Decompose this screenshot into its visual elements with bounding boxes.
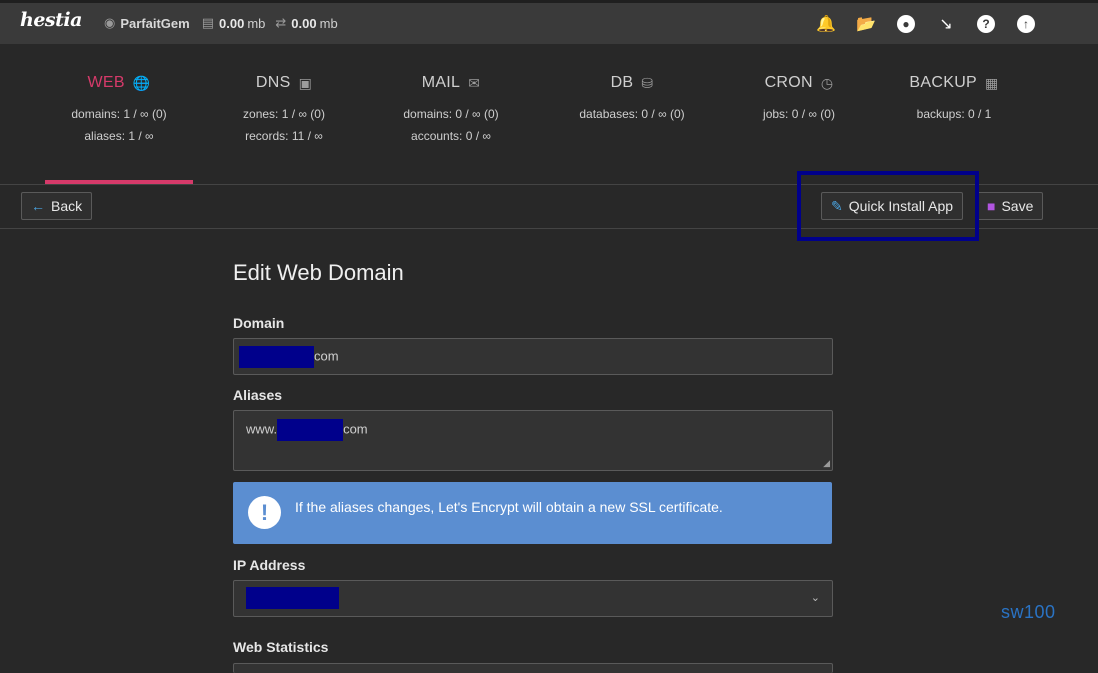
disk-usage-unit: mb (247, 15, 266, 31)
user-icon[interactable]: ● (894, 13, 918, 35)
main-tabs: WEB 🌐 domains: 1 / ∞ (0) aliases: 1 / ∞ D… (0, 44, 1098, 185)
bandwidth-value: 0.00 (291, 15, 317, 31)
highlight-box (797, 171, 979, 241)
tab-backup-label: BACKUP (909, 74, 978, 91)
file-icon: ▦ (985, 74, 999, 91)
hestia-logo[interactable]: hestia (20, 9, 82, 31)
top-icons: 🔔 📂 ● ↘ ? ↑ (814, 13, 1038, 35)
tab-cron[interactable]: CRON ◷ jobs: 0 / ∞ (0) (725, 74, 873, 125)
tab-db-label: DB (610, 74, 634, 91)
globe-icon: 🌐 (132, 74, 151, 91)
help-icon[interactable]: ? (974, 13, 998, 35)
watermark: sw100 (1001, 602, 1056, 622)
bandwidth-unit: mb (319, 15, 338, 31)
arrow-left-icon: ← (31, 198, 45, 214)
tab-web[interactable]: WEB 🌐 domains: 1 / ∞ (0) aliases: 1 / ∞ (45, 74, 193, 147)
tab-db[interactable]: DB ⛁ databases: 0 / ∞ (0) (558, 74, 706, 125)
bell-icon[interactable]: 🔔 (814, 13, 838, 35)
tab-web-stat: aliases: 1 / ∞ (84, 129, 154, 143)
tab-backup[interactable]: BACKUP ▦ backups: 0 / 1 (880, 74, 1028, 125)
aliases-label: Aliases (233, 387, 283, 403)
page-title: Edit Web Domain (233, 260, 404, 285)
save-button[interactable]: ■ Save (977, 192, 1044, 220)
tab-mail-stat: accounts: 0 / ∞ (411, 129, 491, 143)
binoculars-icon: ◉ (104, 15, 116, 30)
top-bar: hestia ◉ ParfaitGem ▤ 0.00 mb ⇄ 0.00 mb … (0, 0, 1098, 44)
tab-dns-label: DNS (255, 74, 291, 91)
account-stats: ◉ ParfaitGem ▤ 0.00 mb ⇄ 0.00 mb (104, 15, 348, 31)
chevron-down-icon: ⌄ (810, 592, 820, 604)
floppy-disk-icon: ■ (987, 198, 996, 214)
server-icon: ▣ (298, 74, 313, 91)
aliases-prefix: www. (246, 421, 278, 437)
tab-dns-stat: records: 11 / ∞ (245, 129, 323, 143)
ip-address-label: IP Address (233, 557, 306, 573)
save-button-label: Save (1001, 198, 1034, 214)
back-button-label: Back (51, 198, 83, 214)
ssl-notice: ! If the aliases changes, Let's Encrypt … (233, 482, 832, 544)
tab-mail-label: MAIL (421, 74, 461, 91)
tab-mail[interactable]: MAIL ✉ domains: 0 / ∞ (0) accounts: 0 / ∞ (377, 74, 525, 147)
clock-icon: ◷ (820, 74, 834, 91)
chart-icon[interactable]: ↘ (934, 13, 958, 35)
back-button[interactable]: ← Back (21, 192, 93, 220)
tab-cron-stat: jobs: 0 / ∞ (0) (763, 107, 835, 121)
exclamation-icon: ! (248, 496, 281, 529)
aliases-suffix: com (343, 421, 368, 437)
disk-usage-value: 0.00 (219, 15, 245, 31)
notice-text: If the aliases changes, Let's Encrypt wi… (295, 499, 723, 515)
ip-address-select[interactable]: ⌄ (233, 580, 833, 617)
folder-icon[interactable]: 📂 (854, 13, 878, 35)
edit-web-domain-form: Edit Web Domain Domain com Aliases www. c… (233, 260, 833, 673)
aliases-textarea[interactable]: www. com ◢ (233, 410, 833, 471)
tab-backup-stat: backups: 0 / 1 (916, 107, 992, 121)
username[interactable]: ParfaitGem (120, 16, 189, 31)
redaction (246, 587, 339, 609)
transfer-icon: ⇄ (275, 15, 287, 30)
database-icon: ⛁ (641, 74, 654, 91)
tab-dns-stat: zones: 1 / ∞ (0) (243, 107, 325, 121)
mail-icon: ✉ (468, 74, 481, 91)
tab-db-stat: databases: 0 / ∞ (0) (579, 107, 685, 121)
domain-suffix: com (314, 348, 339, 364)
redaction (277, 419, 344, 441)
domain-input[interactable]: com (233, 338, 833, 375)
web-statistics-label: Web Statistics (233, 639, 329, 655)
upload-icon[interactable]: ↑ (1014, 13, 1038, 35)
domain-label: Domain (233, 315, 285, 331)
disk-icon: ▤ (201, 15, 215, 30)
tab-mail-stat: domains: 0 / ∞ (0) (403, 107, 499, 121)
web-statistics-select[interactable] (233, 663, 833, 673)
tab-cron-label: CRON (764, 74, 813, 91)
redaction (239, 346, 314, 368)
resize-handle-icon[interactable]: ◢ (823, 458, 830, 469)
active-tab-indicator (45, 180, 193, 184)
tab-web-label: WEB (87, 74, 125, 91)
tab-dns[interactable]: DNS ▣ zones: 1 / ∞ (0) records: 11 / ∞ (210, 74, 358, 147)
tab-web-stat: domains: 1 / ∞ (0) (71, 107, 167, 121)
